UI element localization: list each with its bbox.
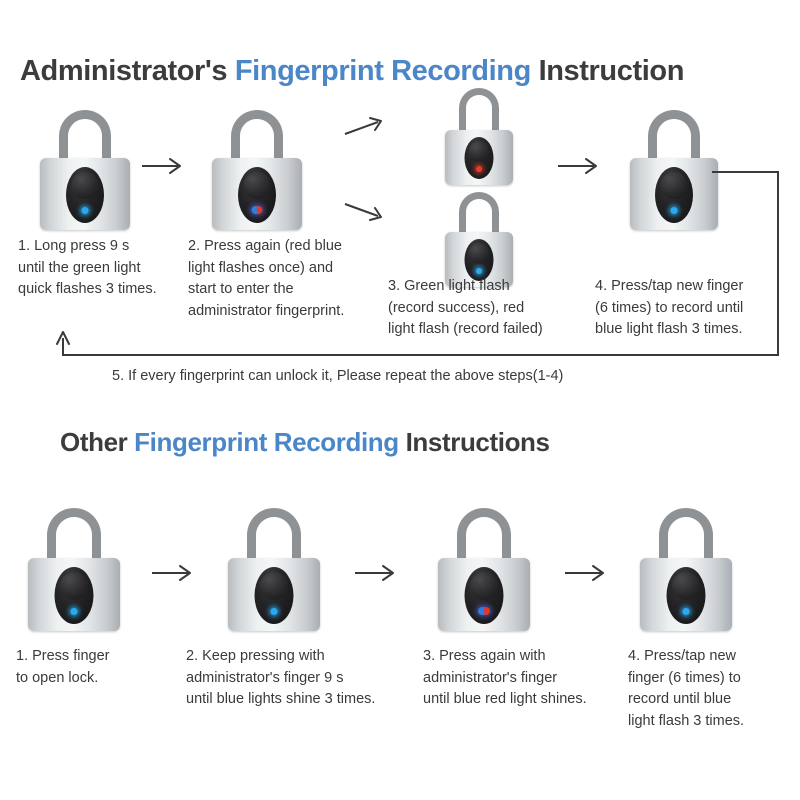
padlock-sensor-knob: [672, 572, 700, 600]
padlock-led-blue: [270, 608, 278, 615]
caption-admin-step4: 4. Press/tap new finger (6 times) to rec…: [595, 278, 744, 337]
arrow-right-icon-other-3: [565, 565, 609, 581]
padlock-body: [28, 558, 120, 631]
caption-admin-step3: 3. Green light flash (record success), r…: [388, 278, 543, 337]
padlock-body: [640, 558, 732, 631]
padlock-icon-other-step2: [228, 508, 320, 631]
padlock-icon-other-step3: [438, 508, 530, 631]
padlock-sensor-knob: [470, 572, 498, 600]
caption-admin-loop-note: 5. If every fingerprint can unlock it, P…: [112, 368, 564, 384]
arrow-right-icon-other-2: [355, 565, 399, 581]
caption-other-step2: 2. Keep pressing with administrator's fi…: [186, 648, 376, 707]
caption-other-step1: 1. Press finger to open lock.: [16, 648, 110, 686]
page-title-other: Other Fingerprint Recording Instructions: [60, 427, 550, 458]
caption-admin-step2: 2. Press again (red blue light flashes o…: [188, 238, 345, 319]
padlock-led-blue: [70, 608, 78, 615]
arrow-right-icon-other-1: [152, 565, 196, 581]
padlock-sensor-knob: [60, 572, 88, 600]
padlock-body: [228, 558, 320, 631]
title-part-prefix: Other: [60, 427, 135, 457]
padlock-led-blue: [682, 608, 690, 615]
caption-other-step3: 3. Press again with administrator's fing…: [423, 648, 587, 707]
padlock-body: [438, 558, 530, 631]
caption-other-step4: 4. Press/tap new finger (6 times) to rec…: [628, 648, 745, 729]
padlock-sensor-knob: [260, 572, 288, 600]
instruction-sheet: Administrator's Fingerprint Recording In…: [0, 0, 800, 800]
title-part-accent: Fingerprint Recording: [134, 427, 399, 457]
padlock-icon-other-step1: [28, 508, 120, 631]
padlock-icon-other-step4: [640, 508, 732, 631]
title-part-suffix: Instructions: [398, 427, 550, 457]
padlock-led-blue-red: [478, 607, 490, 615]
caption-admin-step1: 1. Long press 9 s until the green light …: [18, 238, 157, 297]
